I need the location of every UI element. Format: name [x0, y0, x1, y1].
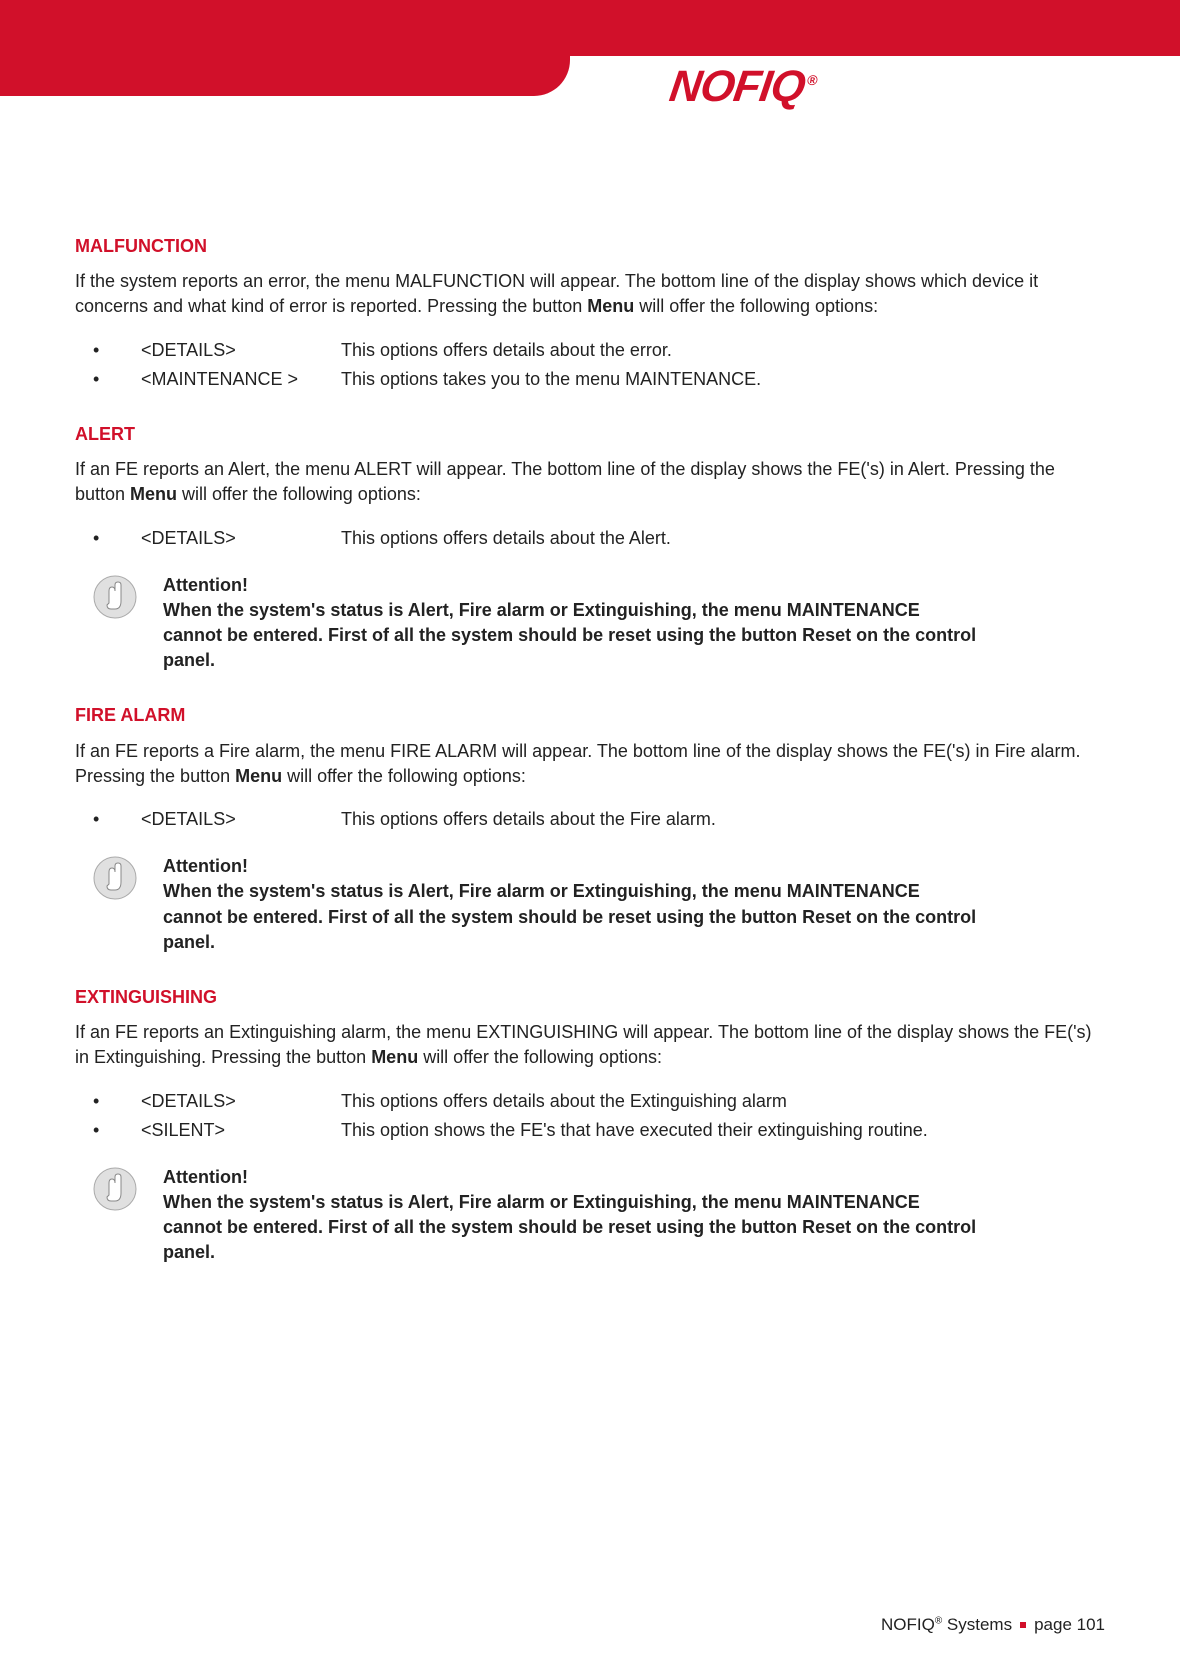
option-row: <SILENT> This option shows the FE's that…: [93, 1118, 1105, 1143]
option-key: <DETAILS>: [141, 526, 341, 551]
option-key: <DETAILS>: [141, 338, 341, 363]
header-curve-row: NOFIQ®: [0, 56, 1180, 114]
footer-brand-text: NOFIQ: [881, 1615, 935, 1634]
footer-brand: NOFIQ® Systems: [881, 1613, 1012, 1637]
option-desc: This options offers details about the Ex…: [341, 1089, 1105, 1114]
attention-title: Attention!: [163, 1167, 248, 1187]
option-desc: This option shows the FE's that have exe…: [341, 1118, 1105, 1143]
bullet: [93, 367, 141, 392]
attention-body: When the system's status is Alert, Fire …: [163, 881, 976, 951]
attention-hand-icon: [93, 1167, 137, 1211]
bullet: [93, 807, 141, 832]
option-key: <DETAILS>: [141, 1089, 341, 1114]
intro-alert-c: will offer the following options:: [177, 484, 421, 504]
footer-bullet-icon: [1020, 1622, 1026, 1628]
attention-body: When the system's status is Alert, Fire …: [163, 600, 976, 670]
attention-text: Attention! When the system's status is A…: [163, 1165, 983, 1266]
heading-extinguishing: EXTINGUISHING: [75, 985, 1105, 1010]
brand-logo: NOFIQ®: [666, 56, 820, 118]
intro-firealarm-c: will offer the following options:: [282, 766, 526, 786]
intro-firealarm: If an FE reports a Fire alarm, the menu …: [75, 739, 1105, 789]
option-key: <MAINTENANCE >: [141, 367, 341, 392]
heading-malfunction: MALFUNCTION: [75, 234, 1105, 259]
intro-malfunction-b: Menu: [587, 296, 634, 316]
brand-logo-reg: ®: [806, 73, 818, 89]
heading-firealarm: FIRE ALARM: [75, 703, 1105, 728]
attention-body: When the system's status is Alert, Fire …: [163, 1192, 976, 1262]
intro-malfunction-a: If the system reports an error, the menu…: [75, 271, 1038, 316]
intro-alert: If an FE reports an Alert, the menu ALER…: [75, 457, 1105, 507]
intro-alert-b: Menu: [130, 484, 177, 504]
attention-hand-icon: [93, 856, 137, 900]
bullet: [93, 1089, 141, 1114]
heading-alert: ALERT: [75, 422, 1105, 447]
footer-systems: Systems: [942, 1615, 1012, 1634]
option-row: <DETAILS> This options offers details ab…: [93, 526, 1105, 551]
attention-text: Attention! When the system's status is A…: [163, 854, 983, 955]
attention-title: Attention!: [163, 575, 248, 595]
intro-firealarm-a: If an FE reports a Fire alarm, the menu …: [75, 741, 1081, 786]
option-desc: This options offers details about the Fi…: [341, 807, 1105, 832]
header-red-bar: [0, 0, 1180, 56]
attention-block-extinguishing: Attention! When the system's status is A…: [93, 1165, 1105, 1266]
intro-malfunction-c: will offer the following options:: [634, 296, 878, 316]
bullet: [93, 526, 141, 551]
option-row: <MAINTENANCE > This options takes you to…: [93, 367, 1105, 392]
option-key: <DETAILS>: [141, 807, 341, 832]
intro-ext-c: will offer the following options:: [418, 1047, 662, 1067]
intro-firealarm-b: Menu: [235, 766, 282, 786]
page-content: MALFUNCTION If the system reports an err…: [0, 114, 1180, 1266]
page-footer: NOFIQ® Systems page 101: [881, 1613, 1105, 1637]
option-row: <DETAILS> This options offers details ab…: [93, 338, 1105, 363]
intro-extinguishing: If an FE reports an Extinguishing alarm,…: [75, 1020, 1105, 1070]
option-desc: This options offers details about the er…: [341, 338, 1105, 363]
bullet: [93, 1118, 141, 1143]
attention-block-alert: Attention! When the system's status is A…: [93, 573, 1105, 674]
intro-ext-b: Menu: [371, 1047, 418, 1067]
attention-text: Attention! When the system's status is A…: [163, 573, 983, 674]
option-desc: This options takes you to the menu MAINT…: [341, 367, 1105, 392]
attention-title: Attention!: [163, 856, 248, 876]
bullet: [93, 338, 141, 363]
option-desc: This options offers details about the Al…: [341, 526, 1105, 551]
brand-logo-text: NOFIQ: [667, 62, 808, 111]
attention-block-firealarm: Attention! When the system's status is A…: [93, 854, 1105, 955]
option-row: <DETAILS> This options offers details ab…: [93, 807, 1105, 832]
option-row: <DETAILS> This options offers details ab…: [93, 1089, 1105, 1114]
attention-hand-icon: [93, 575, 137, 619]
intro-malfunction: If the system reports an error, the menu…: [75, 269, 1105, 319]
footer-page-number: page 101: [1034, 1613, 1105, 1637]
option-key: <SILENT>: [141, 1118, 341, 1143]
